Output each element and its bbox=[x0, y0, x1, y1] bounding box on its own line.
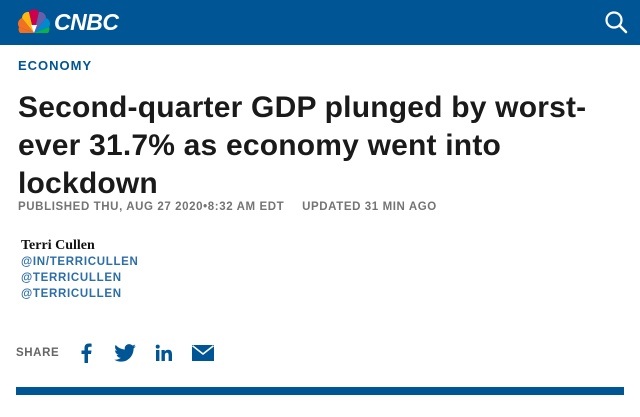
logo-text: CNBC bbox=[54, 8, 119, 35]
author-name: Terri Cullen bbox=[21, 238, 95, 253]
email-icon bbox=[192, 345, 215, 361]
section-divider bbox=[16, 387, 624, 395]
updated-time: UPDATED 31 MIN AGO bbox=[302, 201, 437, 213]
facebook-icon bbox=[81, 343, 92, 363]
share-label: SHARE bbox=[16, 347, 60, 359]
cnbc-logo[interactable]: CNBC bbox=[16, 8, 119, 36]
published-time: PUBLISHED THU, AUG 27 2020•8:32 AM EDT bbox=[18, 201, 285, 213]
top-navigation-bar: CNBC bbox=[0, 0, 640, 45]
search-button[interactable] bbox=[602, 8, 630, 36]
author-twitter-link-2[interactable]: @TERRICULLEN bbox=[21, 288, 122, 300]
author-linkedin-link[interactable]: @IN/TERRICULLEN bbox=[21, 256, 139, 268]
search-icon bbox=[605, 11, 628, 34]
article-headline: Second-quarter GDP plunged by worst-ever… bbox=[18, 91, 587, 200]
share-bar: SHARE bbox=[16, 340, 229, 366]
article-timestamps: PUBLISHED THU, AUG 27 2020•8:32 AM EDT U… bbox=[18, 201, 437, 213]
share-facebook-button[interactable] bbox=[73, 340, 99, 366]
twitter-icon bbox=[114, 344, 137, 362]
author-twitter-link[interactable]: @TERRICULLEN bbox=[21, 272, 122, 284]
section-link-economy[interactable]: ECONOMY bbox=[18, 58, 92, 73]
nbc-peacock-icon bbox=[17, 9, 51, 33]
linkedin-icon bbox=[155, 344, 173, 361]
share-email-button[interactable] bbox=[190, 340, 216, 366]
share-linkedin-button[interactable] bbox=[151, 340, 177, 366]
share-twitter-button[interactable] bbox=[112, 340, 138, 366]
